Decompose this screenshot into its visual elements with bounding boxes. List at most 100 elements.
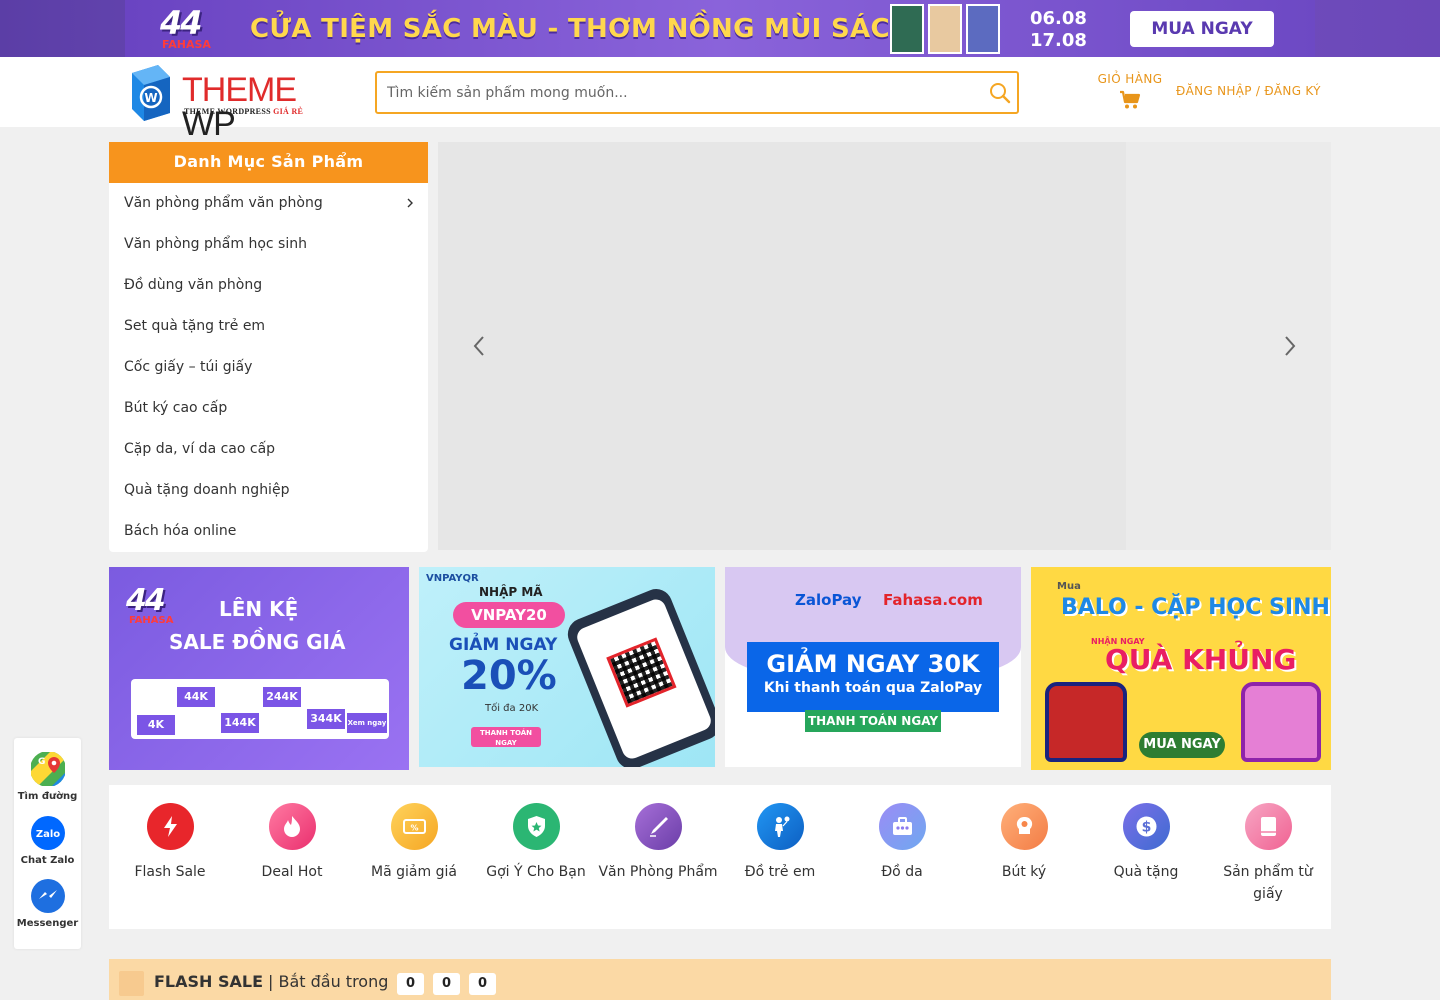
- cart-link[interactable]: GIỎ HÀNG: [1095, 72, 1165, 110]
- hero-slider[interactable]: [438, 142, 1331, 550]
- quick-category-gifts[interactable]: $ Quà tặng: [1085, 803, 1207, 883]
- banner-books-image: [890, 4, 1002, 54]
- svg-text:W: W: [144, 91, 157, 105]
- contact-map[interactable]: G Tìm đường: [14, 751, 81, 802]
- promo-subheadline: QUÀ KHỦNG: [1105, 643, 1297, 676]
- category-item[interactable]: Quà tặng doanh nghiệp: [109, 470, 428, 511]
- quick-category-coupon[interactable]: % Mã giảm giá: [353, 803, 475, 883]
- cart-icon: [1120, 90, 1141, 109]
- category-item[interactable]: Set quà tặng trẻ em: [109, 306, 428, 347]
- promo-offer-box: GIẢM NGAY 30K Khi thanh toán qua ZaloPay: [747, 642, 999, 712]
- cart-label: GIỎ HÀNG: [1097, 72, 1163, 86]
- category-menu-title: Danh Mục Sản Phẩm: [109, 142, 428, 183]
- banner-44-logo: 44: [160, 4, 203, 42]
- quick-category-flash-sale[interactable]: Flash Sale: [109, 803, 231, 883]
- promo-banner-sale[interactable]: 44 FAHASA LÊN KỆ SALE ĐỒNG GIÁ 44K 244K …: [109, 567, 409, 770]
- quick-category-stationery[interactable]: Văn Phòng Phẩm: [597, 803, 719, 883]
- search-input[interactable]: [387, 81, 977, 105]
- backpack-image: [1241, 682, 1321, 762]
- idea-icon: [1000, 803, 1048, 850]
- svg-text:Zalo: Zalo: [35, 829, 59, 840]
- svg-text:%: %: [410, 824, 418, 833]
- countdown-minutes: 0: [433, 973, 460, 995]
- promo-banner-backpack[interactable]: Mua BALO - CẶP HỌC SINH NHẬN NGAY QUÀ KH…: [1031, 567, 1331, 770]
- promo-44-logo: 44: [126, 583, 166, 618]
- top-promo-banner[interactable]: 44 FAHASA CỬA TIỆM SẮC MÀU - THƠM NỒNG M…: [0, 0, 1440, 57]
- dollar-icon: $: [1122, 803, 1170, 850]
- login-register-link[interactable]: ĐĂNG NHẬP / ĐĂNG KÝ: [1176, 84, 1321, 98]
- phone-image: [563, 584, 715, 767]
- banner-buy-button[interactable]: MUA NGAY: [1130, 11, 1274, 47]
- flame-icon: [268, 803, 316, 850]
- contact-widget: G Tìm đường Zalo Chat Zalo Messenger: [14, 738, 81, 949]
- contact-messenger[interactable]: Messenger: [14, 878, 81, 929]
- qr-code-icon: [606, 637, 677, 708]
- flash-sale-bar: FLASH SALE | Bắt đầu trong 0 0 0: [109, 959, 1331, 1000]
- banner-dates: 06.08 17.08: [1030, 8, 1087, 51]
- slider-prev-icon[interactable]: [470, 334, 490, 358]
- quick-category-leather[interactable]: Đồ da: [841, 803, 963, 883]
- promo-cta: MUA NGAY: [1139, 732, 1225, 758]
- countdown-seconds: 0: [469, 973, 496, 995]
- flash-sale-subtitle: | Bắt đầu trong: [268, 972, 389, 991]
- promo-shelf-image: 44K 244K 144K 344K 4K Xem ngay: [131, 679, 389, 739]
- countdown-hours: 0: [397, 973, 424, 995]
- promo-code: VNPAY20: [453, 602, 565, 628]
- quick-category-paper[interactable]: Sản phẩm từ giấy: [1207, 803, 1329, 905]
- banner-brand: FAHASA: [162, 38, 211, 51]
- promo-cta: THANH TOÁN NGAY: [805, 710, 941, 732]
- category-menu: Danh Mục Sản Phẩm Văn phòng phẩm văn phò…: [109, 142, 428, 552]
- promo-max: Tối đa 20K: [485, 703, 539, 714]
- promo-banner-zalopay[interactable]: ZaloPay Fahasa.com GIẢM NGAY 30K Khi tha…: [725, 567, 1021, 767]
- wordpress-cube-icon: W: [132, 65, 170, 121]
- quick-category-kids[interactable]: Đồ trẻ em: [719, 803, 841, 883]
- quick-category-suggestions[interactable]: Gợi Ý Cho Bạn: [475, 803, 597, 883]
- slider-next-slide: [1126, 142, 1331, 550]
- category-item[interactable]: Đồ dùng văn phòng: [109, 265, 428, 306]
- quick-category-pens[interactable]: Bút ký: [963, 803, 1085, 883]
- star-shield-icon: [512, 803, 560, 850]
- logo-subtitle: THEME WORDPRESS GIÁ RẺ: [184, 107, 304, 116]
- promo-prefix: Mua: [1057, 581, 1081, 592]
- briefcase-icon: [878, 803, 926, 850]
- flash-sale-title: FLASH SALE: [154, 972, 264, 991]
- chevron-right-icon: [407, 198, 413, 208]
- search-bar: [375, 71, 1019, 114]
- backpack-image: [1045, 682, 1127, 762]
- promo-headline: LÊN KỆ: [219, 597, 299, 621]
- category-item[interactable]: Cốc giấy – túi giấy: [109, 347, 428, 388]
- svg-text:G: G: [38, 757, 45, 767]
- coupon-icon: %: [390, 803, 438, 850]
- quick-category-deal-hot[interactable]: Deal Hot: [231, 803, 353, 883]
- promo-banner-vnpay[interactable]: VNPAYQR NHẬP MÃ VNPAY20 GIẢM NGAY 20% Tố…: [419, 567, 715, 767]
- quick-categories: Flash Sale Deal Hot % Mã giảm giá Gợi Ý …: [109, 785, 1331, 929]
- promo-cta: THANH TOÁN NGAY: [471, 727, 541, 747]
- site-logo[interactable]: W THEME WP THEME WORDPRESS GIÁ RẺ: [128, 61, 348, 141]
- slider-next-icon[interactable]: [1279, 334, 1299, 358]
- flash-sale-icon: [119, 971, 144, 996]
- site-header: W THEME WP THEME WORDPRESS GIÁ RẺ GIỎ HÀ…: [0, 57, 1440, 141]
- child-icon: [756, 803, 804, 850]
- promo-enter-code: NHẬP MÃ: [479, 585, 543, 599]
- google-maps-icon: G: [30, 752, 65, 786]
- promo-headline: BALO - CẶP HỌC SINH: [1061, 595, 1330, 620]
- search-icon[interactable]: [987, 80, 1013, 106]
- zalopay-logo: ZaloPay: [795, 591, 862, 609]
- top-banner-image: 44 FAHASA CỬA TIỆM SẮC MÀU - THƠM NỒNG M…: [125, 0, 1315, 57]
- promo-brand: FAHASA: [129, 615, 174, 626]
- promo-discount-label: GIẢM NGAY: [449, 635, 558, 655]
- paper-icon: [1244, 803, 1292, 850]
- category-item[interactable]: Cặp da, ví da cao cấp: [109, 429, 428, 470]
- pen-icon: [634, 803, 682, 850]
- contact-zalo[interactable]: Zalo Chat Zalo: [14, 815, 81, 866]
- messenger-icon: [30, 879, 65, 913]
- category-item[interactable]: Văn phòng phẩm văn phòng: [109, 183, 428, 224]
- zalo-icon: Zalo: [30, 816, 65, 850]
- category-item[interactable]: Bách hóa online: [109, 511, 428, 552]
- category-item[interactable]: Bút ký cao cấp: [109, 388, 428, 429]
- promo-discount: 20%: [461, 653, 557, 699]
- banner-slogan: CỬA TIỆM SẮC MÀU - THƠM NỒNG MÙI SÁCH: [250, 14, 912, 44]
- promo-subheadline: SALE ĐỒNG GIÁ: [169, 630, 346, 654]
- fahasa-logo: Fahasa.com: [883, 591, 983, 609]
- category-item[interactable]: Văn phòng phẩm học sinh: [109, 224, 428, 265]
